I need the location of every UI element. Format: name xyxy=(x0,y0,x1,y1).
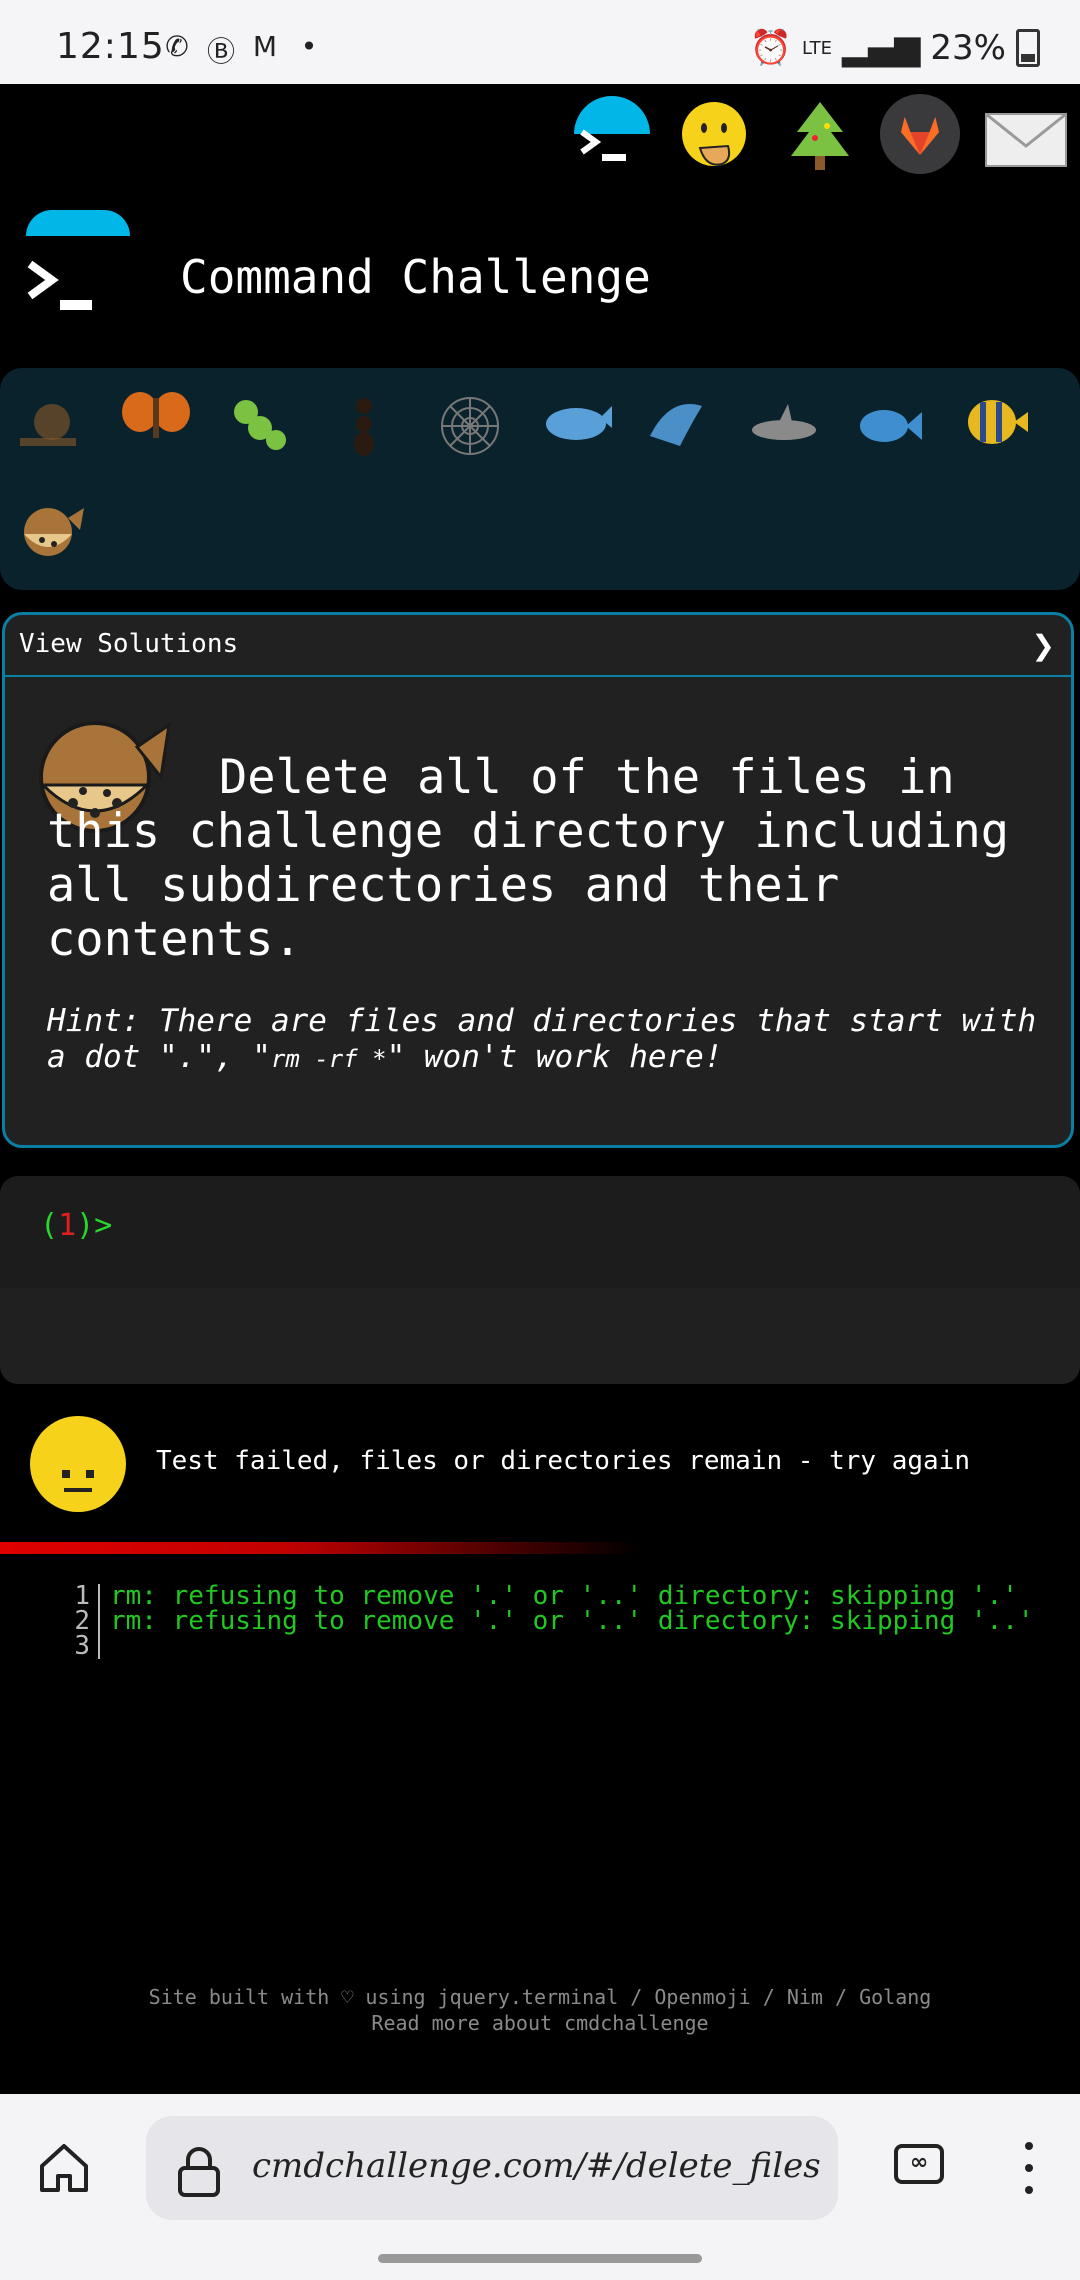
status-bar: 12:15 ✆ Ⓑ M • ⏰ LTE ▂▄▆ 23% xyxy=(0,0,1080,84)
challenge-hint: Hint: There are files and directories th… xyxy=(47,1003,1057,1077)
tropical-fish-icon[interactable] xyxy=(956,384,1032,460)
browser-toolbar: cmdchallenge.com/#/delete_files ∞ xyxy=(0,2094,1080,2280)
command-output: 1 rm: refusing to remove '.' or '..' dire… xyxy=(60,1583,1034,1659)
more-menu-icon[interactable] xyxy=(1024,2142,1034,2202)
blowfish-icon[interactable] xyxy=(14,490,90,566)
butterfly-icon[interactable] xyxy=(118,382,194,458)
ant-icon[interactable] xyxy=(326,388,402,464)
fish-icon[interactable] xyxy=(850,386,926,462)
snail-icon[interactable] xyxy=(12,386,88,462)
error-bar xyxy=(0,1542,640,1554)
prompt-close: )> xyxy=(76,1208,113,1243)
gesture-bar xyxy=(378,2254,702,2263)
view-solutions-label: View Solutions xyxy=(19,629,239,659)
home-icon[interactable] xyxy=(34,2138,94,2198)
whale-icon[interactable] xyxy=(540,382,616,458)
dot-icon: • xyxy=(300,30,318,63)
output-line: 2 rm: refusing to remove '.' or '..' dire… xyxy=(60,1606,1034,1636)
spider-web-icon[interactable] xyxy=(432,388,508,464)
tabs-button[interactable]: ∞ xyxy=(894,2144,944,2184)
footer-readmore-link[interactable]: Read more about cmdchallenge xyxy=(0,2010,1080,2036)
page-title: Command Challenge xyxy=(180,250,651,304)
challenge-progress-icons xyxy=(0,368,1080,590)
dolphin-icon[interactable] xyxy=(640,386,716,462)
whatsapp-icon: ✆ xyxy=(165,30,189,63)
output-line: 3 xyxy=(60,1633,1034,1659)
terminal-input[interactable]: (1)> xyxy=(0,1176,1080,1384)
battery-icon xyxy=(1016,29,1040,67)
alarm-icon: ⏰ xyxy=(749,28,793,68)
status-right: ⏰ LTE ▂▄▆ 23% xyxy=(750,28,1040,68)
mail-icon[interactable] xyxy=(984,100,1068,180)
hint-text-end: " won't work here! xyxy=(386,1039,723,1075)
terminal-logo-icon[interactable] xyxy=(578,128,630,164)
christmas-tree-icon[interactable] xyxy=(780,96,860,176)
output-text: rm: refusing to remove '.' or '..' direc… xyxy=(110,1606,1034,1636)
prompt-number: 1 xyxy=(58,1208,77,1243)
test-result: Test failed, files or directories remain… xyxy=(0,1410,1080,1530)
address-bar[interactable]: cmdchallenge.com/#/delete_files xyxy=(146,2116,838,2220)
lock-icon xyxy=(178,2147,220,2197)
result-message: Test failed, files or directories remain… xyxy=(156,1446,970,1476)
status-time: 12:15 xyxy=(56,26,165,67)
view-solutions-toggle[interactable]: View Solutions ❯ xyxy=(5,615,1071,677)
footer-credits: Site built with ♡ using jquery.terminal … xyxy=(148,1985,932,2009)
signal-icon: ▂▄▆ xyxy=(841,28,921,68)
chevron-right-icon: ❯ xyxy=(1031,629,1055,662)
caterpillar-icon[interactable] xyxy=(226,388,302,464)
notification-icons: ✆ Ⓑ M • xyxy=(160,30,326,68)
b-icon: Ⓑ xyxy=(206,35,235,68)
lte-icon: LTE xyxy=(802,37,832,59)
terminal-lower xyxy=(0,1288,1080,1384)
neutral-face-icon xyxy=(30,1416,126,1512)
terminal-prompt: (1)> xyxy=(40,1208,112,1243)
terminal-logo-icon[interactable] xyxy=(26,260,98,316)
hand-over-mouth-face-icon[interactable] xyxy=(674,96,754,176)
prompt-open: ( xyxy=(40,1208,59,1243)
url-text: cmdchallenge.com/#/delete_files xyxy=(252,2146,821,2186)
page-header: Command Challenge xyxy=(0,210,1080,360)
hint-code: rm -rf * xyxy=(270,1045,387,1073)
shark-icon[interactable] xyxy=(746,390,822,466)
logo-dome xyxy=(26,210,130,236)
site-footer: Site built with ♡ using jquery.terminal … xyxy=(0,1984,1080,2036)
line-number: 3 xyxy=(60,1633,100,1659)
gmail-icon: M xyxy=(252,30,278,63)
battery-percent: 23% xyxy=(930,28,1006,68)
challenge-panel: View Solutions ❯ Delete all of the files… xyxy=(2,612,1074,1148)
challenge-description: Delete all of the files in this challeng… xyxy=(47,750,1010,967)
gitlab-icon[interactable] xyxy=(880,94,960,174)
